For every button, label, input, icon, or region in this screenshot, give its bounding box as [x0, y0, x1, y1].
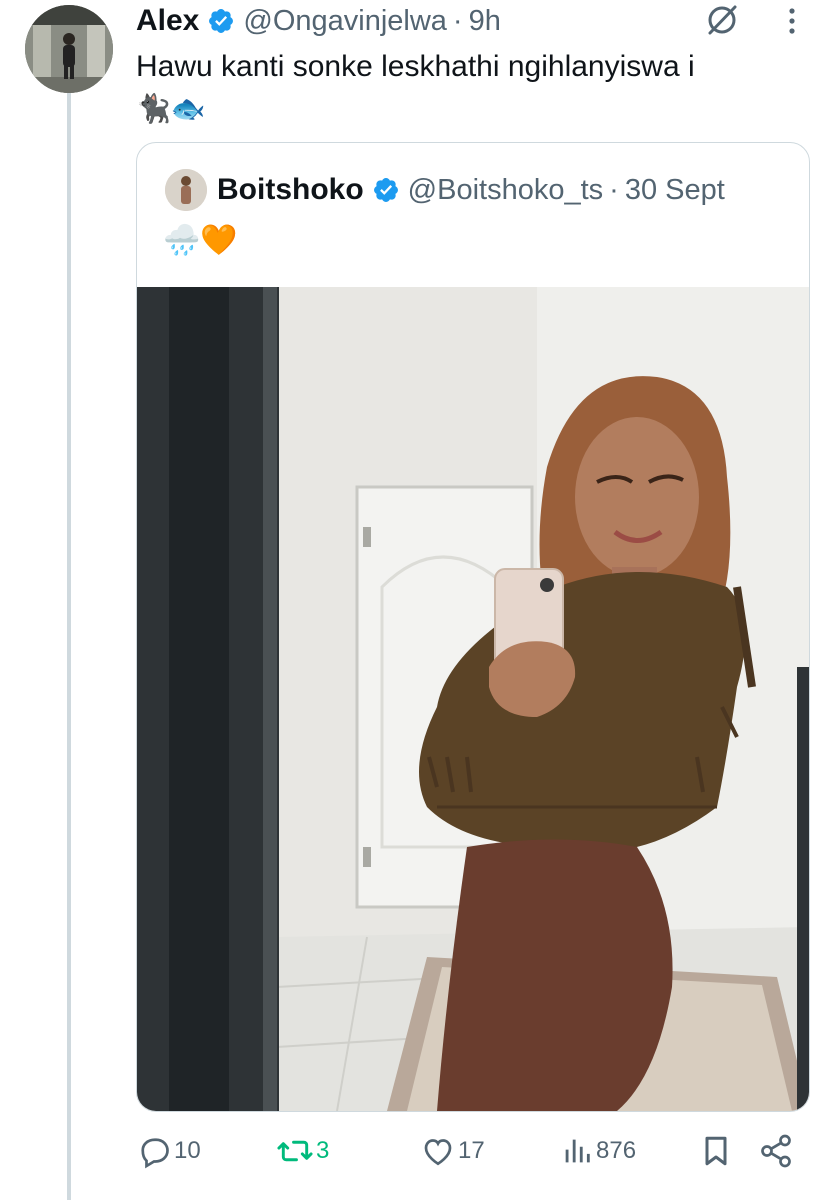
quoted-tweet-text: 🌧️🧡	[163, 224, 238, 257]
bookmark-icon	[705, 1136, 727, 1166]
retweet-icon	[277, 1140, 313, 1162]
verified-badge-icon	[209, 9, 234, 33]
timestamp[interactable]: 9h	[469, 5, 501, 38]
thread-connector-line	[67, 92, 71, 1200]
share-icon	[761, 1134, 791, 1168]
retweet-button[interactable]: 3	[276, 1124, 329, 1178]
separator-dot: ·	[452, 4, 463, 37]
tweet-text-body: Hawu kanti sonke leskhathi ngihlanyiswa …	[136, 50, 695, 83]
tweet-text: Hawu kanti sonke leskhathi ngihlanyiswa …	[136, 46, 816, 130]
reply-button[interactable]: 10	[136, 1124, 201, 1178]
tweet-action-bar: 10 3 17 876	[136, 1124, 816, 1178]
retweet-count: 3	[316, 1137, 330, 1164]
like-count: 17	[458, 1137, 485, 1164]
reply-count: 10	[174, 1137, 201, 1164]
like-button[interactable]: 17	[420, 1124, 485, 1178]
author-handle[interactable]: @Ongavinjelwa	[243, 5, 447, 38]
share-button[interactable]	[758, 1124, 794, 1178]
avatar[interactable]	[25, 5, 113, 93]
more-icon[interactable]	[780, 6, 804, 36]
quoted-avatar-photo	[165, 169, 207, 211]
views-icon	[565, 1139, 590, 1163]
like-icon	[424, 1139, 452, 1166]
author-name[interactable]: Alex	[136, 4, 199, 38]
tweet-emojis: 🐈‍⬛🐟	[136, 93, 206, 124]
bookmark-button[interactable]	[698, 1124, 734, 1178]
quoted-tweet-photo[interactable]	[137, 287, 809, 1111]
quoted-tweet-card[interactable]: Boitshoko @Boitshoko_ts · 30 Sept 🌧️🧡	[136, 142, 810, 1112]
mirror-selfie-photo	[137, 287, 809, 1111]
views-button[interactable]: 876	[560, 1124, 636, 1178]
grok-icon[interactable]	[704, 2, 740, 38]
quoted-author-name[interactable]: Boitshoko	[217, 173, 364, 207]
quoted-author-handle[interactable]: @Boitshoko_ts	[408, 174, 603, 207]
quoted-avatar[interactable]	[165, 169, 207, 211]
reply-icon	[141, 1138, 169, 1169]
separator-dot: ·	[609, 173, 619, 206]
views-count: 876	[596, 1137, 637, 1164]
quoted-tweet-header: Boitshoko @Boitshoko_ts · 30 Sept	[217, 167, 809, 213]
verified-badge-icon	[373, 178, 398, 202]
quoted-date[interactable]: 30 Sept	[625, 174, 725, 207]
avatar-photo	[25, 5, 113, 93]
